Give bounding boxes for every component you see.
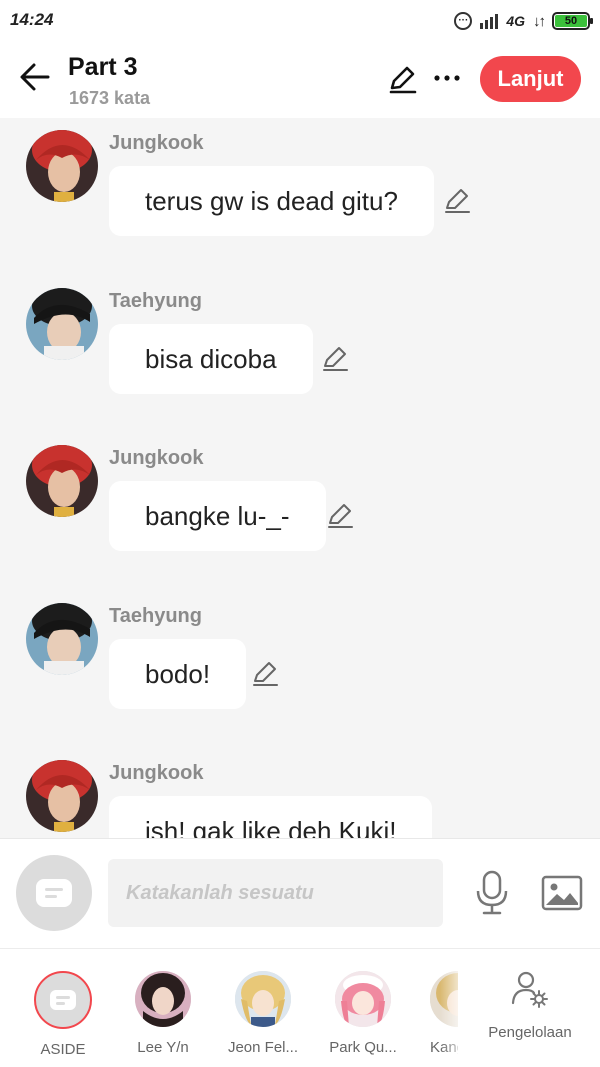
- manage-label: Pengelolaan: [488, 1024, 572, 1041]
- chat-bubble-icon: [50, 990, 76, 1010]
- person-gear-icon: [511, 971, 548, 1008]
- chat-message: Taehyung bodo!: [0, 591, 600, 741]
- character-bar: ASIDE Lee Y/n Jeon Fel... Park Qu... Pen…: [0, 948, 600, 1067]
- sender-name: Taehyung: [109, 605, 202, 627]
- avatar-taehyung[interactable]: [26, 288, 98, 360]
- edit-message-icon[interactable]: [251, 659, 279, 687]
- avatar-taehyung[interactable]: [26, 603, 98, 675]
- status-bar: 14:24 ··· 4G ↓↑ 50: [0, 0, 600, 42]
- avatar-jungkook[interactable]: [26, 445, 98, 517]
- avatar: [235, 971, 291, 1027]
- chat-message: Jungkook terus gw is dead gitu?: [0, 118, 600, 268]
- chat-area[interactable]: Jungkook terus gw is dead gitu? Taehyung…: [0, 118, 600, 838]
- avatar-jungkook[interactable]: [26, 760, 98, 832]
- message-input[interactable]: [108, 859, 443, 927]
- data-transfer-icon: ↓↑: [533, 12, 546, 30]
- manage-button[interactable]: Pengelolaan: [484, 969, 576, 1041]
- network-type: 4G: [506, 13, 525, 29]
- scroll-fade: [440, 949, 476, 1067]
- status-indicators: ··· 4G ↓↑ 50: [454, 10, 593, 32]
- battery-icon: 50: [552, 12, 593, 30]
- back-arrow-icon[interactable]: [18, 60, 52, 94]
- aside-toggle-button[interactable]: [16, 855, 92, 931]
- header: Part 3 1673 kata Lanjut: [0, 42, 600, 118]
- message-bubble[interactable]: bisa dicoba: [109, 324, 313, 394]
- sender-name: Jungkook: [109, 132, 204, 154]
- avatar: [335, 971, 391, 1027]
- status-time: 14:24: [10, 10, 54, 29]
- character-aside[interactable]: ASIDE: [18, 971, 108, 1058]
- avatar-jungkook[interactable]: [26, 130, 98, 202]
- sender-name: Taehyung: [109, 290, 202, 312]
- page-title: Part 3: [68, 53, 138, 81]
- edit-message-icon[interactable]: [326, 501, 354, 529]
- chat-message: Taehyung bisa dicoba: [0, 276, 600, 426]
- notification-dots-icon: ···: [454, 12, 473, 30]
- character-lee-yn[interactable]: Lee Y/n: [118, 971, 208, 1056]
- signal-icon: [480, 13, 499, 29]
- avatar: [135, 971, 191, 1027]
- more-icon[interactable]: [432, 66, 462, 90]
- edit-message-icon[interactable]: [443, 186, 471, 214]
- message-bubble[interactable]: ish! gak like deh Kuki!: [109, 796, 433, 838]
- input-bar: [0, 838, 600, 948]
- character-park-qu[interactable]: Park Qu...: [318, 971, 408, 1056]
- image-icon[interactable]: [540, 873, 584, 913]
- word-count: 1673 kata: [69, 88, 151, 108]
- chat-message: Jungkook bangke lu-_-: [0, 433, 600, 583]
- message-bubble[interactable]: bodo!: [109, 639, 247, 709]
- chat-message: Jungkook ish! gak like deh Kuki!: [0, 748, 600, 838]
- character-label: Park Qu...: [329, 1039, 397, 1056]
- message-bubble[interactable]: bangke lu-_-: [109, 481, 326, 551]
- aside-avatar: [34, 971, 92, 1029]
- sender-name: Jungkook: [109, 447, 204, 469]
- character-label: Lee Y/n: [137, 1039, 189, 1056]
- battery-level: 50: [555, 15, 587, 27]
- chat-bubble-icon: [36, 879, 72, 907]
- edit-message-icon[interactable]: [321, 344, 349, 372]
- character-label: Jeon Fel...: [227, 1039, 299, 1056]
- microphone-icon[interactable]: [472, 869, 512, 917]
- character-jeon-fel[interactable]: Jeon Fel...: [218, 971, 308, 1056]
- next-button[interactable]: Lanjut: [480, 56, 581, 102]
- sender-name: Jungkook: [109, 762, 204, 784]
- pencil-icon[interactable]: [388, 64, 418, 94]
- message-bubble[interactable]: terus gw is dead gitu?: [109, 166, 434, 236]
- character-label: ASIDE: [40, 1041, 86, 1058]
